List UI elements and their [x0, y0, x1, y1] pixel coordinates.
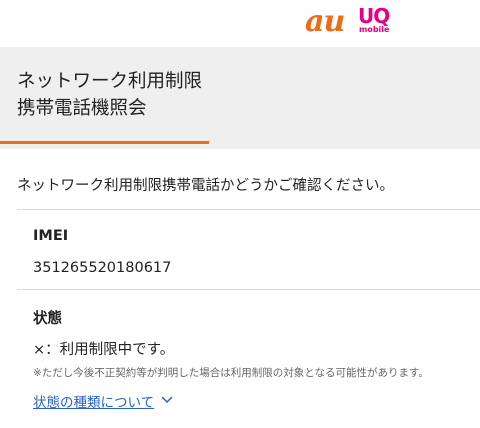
status-note: ※ただし今後不正契約等が判明した場合は利用制限の対象となる可能性があります。 — [33, 367, 429, 379]
divider-2 — [17, 289, 480, 290]
uq-logo-text: UQ — [358, 4, 390, 28]
page-title-band: ネットワーク利用制限 携帯電話機照会 — [0, 47, 480, 149]
divider-1 — [17, 209, 480, 210]
status-value: ×：利用制限中です。 — [33, 342, 175, 358]
site-header: au UQ mobile — [0, 0, 480, 47]
au-logo[interactable]: au — [305, 4, 345, 39]
chevron-down-icon[interactable] — [160, 395, 174, 405]
imei-value: 351265520180617 — [33, 260, 172, 276]
status-label: 状態 — [33, 311, 62, 327]
status-types-link[interactable]: 状態の種類について — [33, 391, 154, 411]
intro-text: ネットワーク利用制限携帯電話かどうかご確認ください。 — [17, 178, 394, 194]
uq-mobile-logo[interactable]: UQ mobile — [358, 4, 398, 39]
page-title-line2: 携帯電話機照会 — [17, 98, 147, 119]
title-accent-underline — [0, 141, 209, 144]
uq-mobile-subtext: mobile — [359, 25, 390, 34]
page-title: ネットワーク利用制限 携帯電話機照会 — [17, 68, 202, 122]
imei-label: IMEI — [33, 228, 69, 244]
page-title-line1: ネットワーク利用制限 — [17, 71, 203, 92]
